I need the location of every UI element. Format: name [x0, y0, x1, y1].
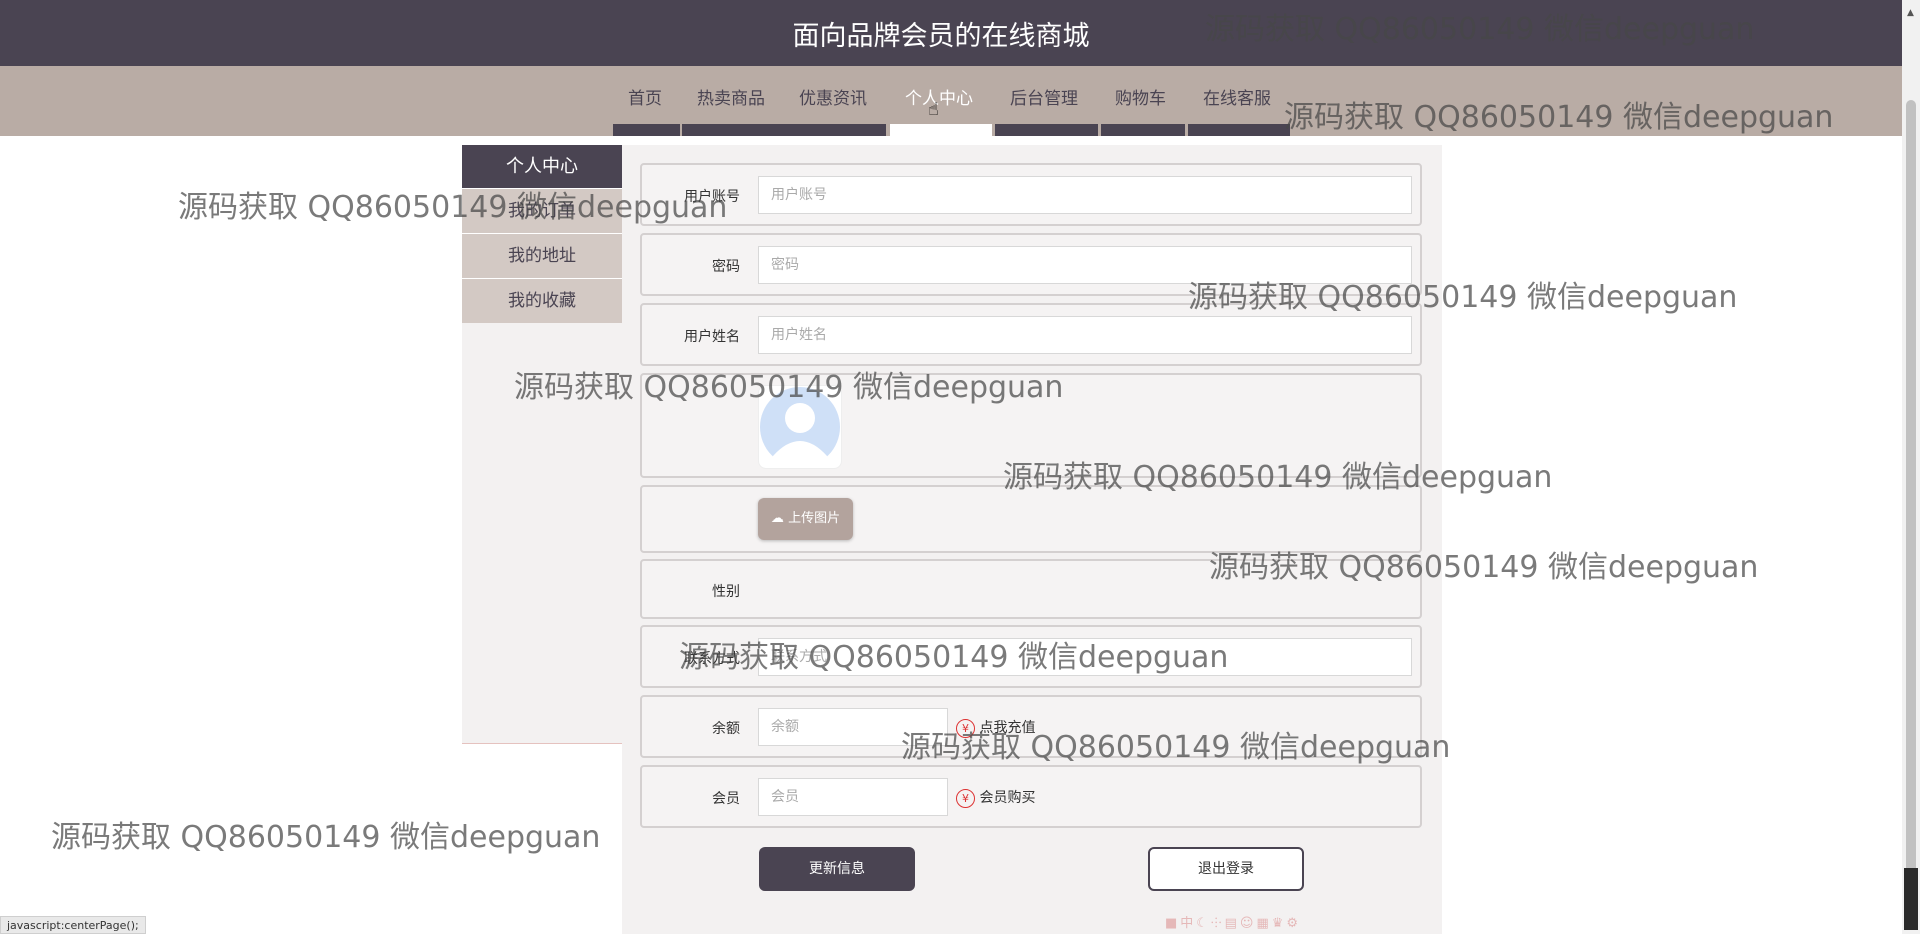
form-row-account: 用户账号	[640, 163, 1422, 226]
sidebar: 个人中心 我的订单 我的地址 我的收藏	[462, 145, 622, 744]
nav-customer-service[interactable]: 在线客服	[1203, 84, 1271, 109]
recharge-link[interactable]: ¥ 点我充值	[956, 717, 1035, 738]
name-label: 用户姓名	[684, 329, 740, 345]
password-label: 密码	[712, 259, 740, 275]
nav-cart[interactable]: 购物车	[1115, 84, 1166, 109]
nav-home[interactable]: 首页	[628, 84, 662, 109]
password-input[interactable]	[758, 246, 1412, 284]
contact-label: 联系方式	[684, 651, 740, 667]
nav-tab-active-indicator	[890, 124, 992, 136]
sidebar-title: 个人中心	[462, 145, 622, 188]
nav-hot-products[interactable]: 热卖商品	[697, 84, 765, 109]
nav-tab-underline	[1188, 124, 1290, 136]
nav-personal-center[interactable]: 个人中心	[905, 84, 973, 109]
form-row-avatar	[640, 373, 1422, 478]
nav-admin[interactable]: 后台管理	[1010, 84, 1078, 109]
sidebar-item-favorites[interactable]: 我的收藏	[462, 279, 622, 323]
form-row-gender: 性别	[640, 559, 1422, 619]
cloud-upload-icon: ☁	[770, 511, 784, 526]
vertical-scrollbar[interactable]: ▲	[1902, 0, 1920, 934]
scrollbar-thumb[interactable]	[1906, 100, 1916, 920]
nav-promotions[interactable]: 优惠资讯	[799, 84, 867, 109]
sidebar-item-orders[interactable]: 我的订单	[462, 189, 622, 233]
recharge-label: 点我充值	[979, 720, 1036, 736]
sidebar-item-address[interactable]: 我的地址	[462, 234, 622, 278]
member-purchase-link[interactable]: ¥ 会员购买	[956, 787, 1035, 808]
account-label: 用户账号	[684, 189, 740, 205]
upload-button-label: 上传图片	[788, 511, 841, 526]
gender-label: 性别	[712, 584, 740, 600]
name-input[interactable]	[758, 316, 1412, 354]
nav-tab-underline	[995, 124, 1098, 136]
update-info-button[interactable]: 更新信息	[759, 847, 915, 891]
nav-tab-underline	[1101, 124, 1185, 136]
form-row-contact: 联系方式	[640, 625, 1422, 688]
form-row-upload: ☁ 上传图片	[640, 485, 1422, 553]
watermark: 源码获取 QQ86050149 微信deepguan	[51, 820, 601, 855]
scroll-up-arrow-icon[interactable]: ▲	[1907, 8, 1914, 18]
yen-icon: ¥	[956, 788, 975, 808]
form-row-balance: 余额 ¥ 点我充值	[640, 695, 1422, 758]
account-input[interactable]	[758, 176, 1412, 214]
user-avatar-icon	[758, 385, 842, 469]
upload-image-button[interactable]: ☁ 上传图片	[758, 498, 853, 540]
form-row-password: 密码	[640, 233, 1422, 296]
balance-label: 余额	[712, 721, 740, 737]
scroll-widget	[1904, 868, 1918, 930]
member-input[interactable]	[758, 778, 948, 816]
balance-input[interactable]	[758, 708, 948, 746]
contact-input[interactable]	[758, 638, 1412, 676]
mouse-cursor-icon: ☝	[928, 99, 939, 120]
logout-button[interactable]: 退出登录	[1148, 847, 1304, 891]
sidebar-panel	[462, 323, 622, 744]
form-row-name: 用户姓名	[640, 303, 1422, 366]
yen-icon: ¥	[956, 718, 975, 738]
ime-toolbar: ■中☾⸭▤☺▦♛⚙	[1165, 916, 1302, 931]
top-header: 面向品牌会员的在线商城	[0, 0, 1902, 66]
member-purchase-label: 会员购买	[979, 790, 1036, 806]
nav-tab-underline	[613, 124, 680, 136]
site-title: 面向品牌会员的在线商城	[792, 21, 1090, 52]
nav-tab-underline	[682, 124, 886, 136]
browser-status-bar: javascript:centerPage();	[0, 916, 146, 934]
member-label: 会员	[712, 791, 740, 807]
form-row-member: 会员 ¥ 会员购买	[640, 765, 1422, 828]
